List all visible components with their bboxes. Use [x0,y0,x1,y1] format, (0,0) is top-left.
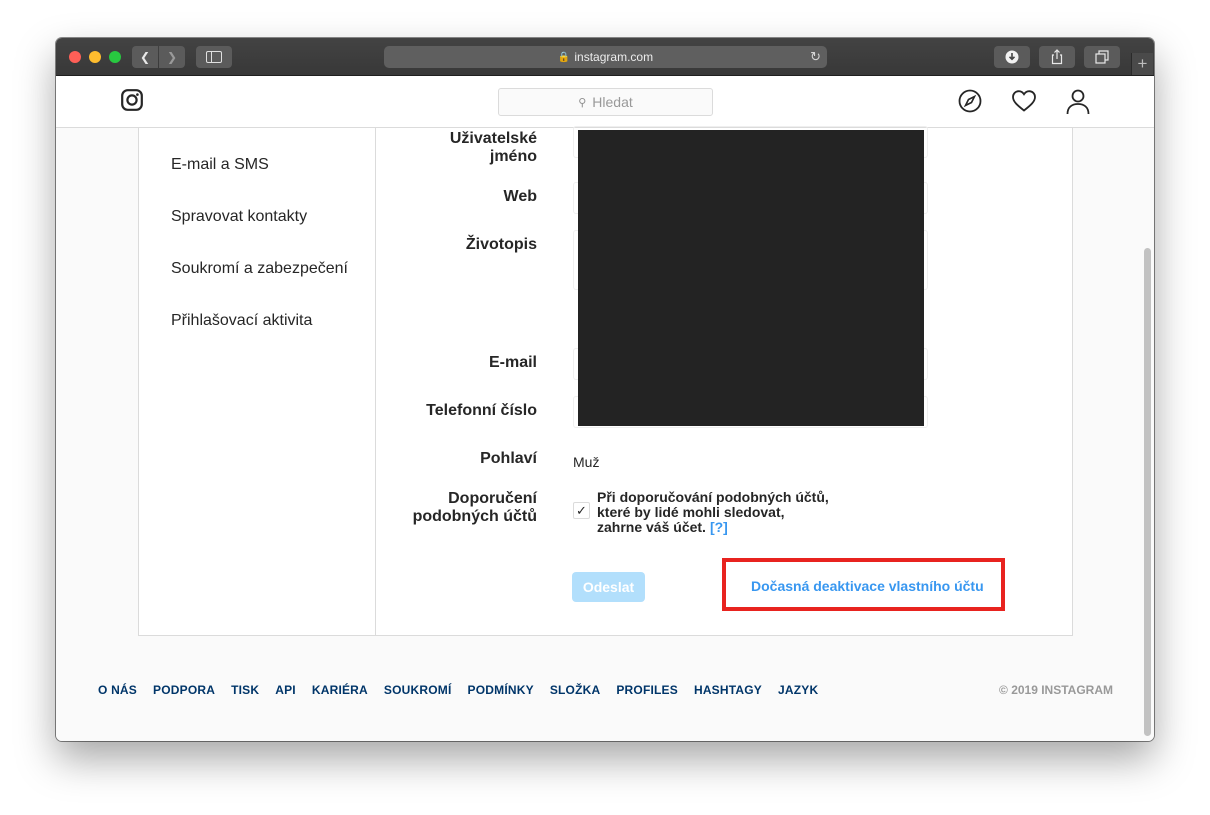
page-scrollbar[interactable] [1144,248,1151,736]
menu-item-manage-contacts[interactable]: Spravovat kontakty [171,208,307,226]
zoom-window-button[interactable] [109,51,121,63]
footer-links: O NÁS PODPORA TISK API KARIÉRA SOUKROMÍ … [98,683,1113,697]
chevron-left-icon: ❮ [139,50,151,64]
footer-link-support[interactable]: PODPORA [153,683,215,697]
gender-label: Pohlaví [480,450,537,467]
menu-item-login-activity[interactable]: Přihlašovací aktivita [171,312,312,330]
plus-icon: + [1137,54,1148,73]
instagram-logo-icon[interactable] [121,89,143,111]
email-label: E-mail [488,354,537,371]
show-tabs-button[interactable] [1084,46,1120,68]
username-label: Uživatelské jméno [449,130,537,165]
show-sidebar-button[interactable] [196,46,232,68]
activity-heart-icon[interactable] [1011,89,1037,113]
search-input[interactable]: ⚲ Hledat [498,88,713,116]
edit-profile-card: E-mail a SMS Spravovat kontakty Soukromí… [138,126,1073,636]
share-button[interactable] [1039,46,1075,68]
chevron-right-icon: ❯ [166,50,178,64]
deactivate-account-link[interactable]: Dočasná deaktivace vlastního účtu [751,578,984,594]
gender-value[interactable]: Muž [573,454,599,470]
footer-link-directory[interactable]: SLOŽKA [550,683,601,697]
checkmark-icon: ✓ [576,502,587,518]
similar-accounts-checkbox[interactable]: ✓ [573,502,590,519]
address-bar[interactable]: 🔒 instagram.com ↻ [384,46,827,68]
downloads-button[interactable] [994,46,1030,68]
footer-link-api[interactable]: API [275,683,296,697]
footer-link-press[interactable]: TISK [231,683,259,697]
copyright-text: © 2019 INSTAGRAM [999,683,1113,697]
submit-button[interactable]: Odeslat [572,572,645,602]
browser-window: ❮ ❯ 🔒 instagram.com ↻ + ⚲ Hledat E-mail … [56,38,1154,741]
lock-icon: 🔒 [557,51,571,63]
footer-link-privacy[interactable]: SOUKROMÍ [384,683,452,697]
minimize-window-button[interactable] [89,51,101,63]
menu-item-email-sms[interactable]: E-mail a SMS [171,156,269,174]
similar-accounts-description: Při doporučování podobných účtů, které b… [597,489,829,535]
similar-accounts-label: Doporučení podobných účtů [412,490,537,525]
search-placeholder: Hledat [592,94,633,110]
instagram-header: ⚲ Hledat [56,76,1154,128]
new-tab-button[interactable]: + [1131,53,1153,75]
tabs-icon [1095,50,1109,64]
address-bar-url: instagram.com [574,50,654,64]
forward-button[interactable]: ❯ [159,46,185,68]
footer-link-jobs[interactable]: KARIÉRA [312,683,368,697]
help-link[interactable]: [?] [710,519,728,535]
footer-link-about[interactable]: O NÁS [98,683,137,697]
footer-link-hashtags[interactable]: HASHTAGY [694,683,762,697]
settings-side-menu: E-mail a SMS Spravovat kontakty Soukromí… [139,128,376,636]
sidebar-icon [206,51,222,63]
back-button[interactable]: ❮ [132,46,158,68]
explore-compass-icon[interactable] [958,89,982,113]
menu-item-privacy-security[interactable]: Soukromí a zabezpečení [171,260,348,278]
reload-icon[interactable]: ↻ [810,49,821,65]
footer-link-terms[interactable]: PODMÍNKY [468,683,534,697]
bio-label: Životopis [465,236,537,253]
web-label: Web [503,188,537,205]
download-icon [1005,50,1019,64]
browser-toolbar: ❮ ❯ 🔒 instagram.com ↻ + [56,38,1154,76]
search-icon: ⚲ [578,96,587,109]
page-footer: O NÁS PODPORA TISK API KARIÉRA SOUKROMÍ … [98,683,1113,703]
share-icon [1051,49,1063,65]
settings-page: E-mail a SMS Spravovat kontakty Soukromí… [56,126,1154,741]
footer-link-profiles[interactable]: PROFILES [616,683,678,697]
profile-user-icon[interactable] [1066,89,1090,115]
close-window-button[interactable] [69,51,81,63]
footer-link-language[interactable]: JAZYK [778,683,818,697]
phone-label: Telefonní číslo [426,402,537,419]
redacted-block [578,130,924,426]
